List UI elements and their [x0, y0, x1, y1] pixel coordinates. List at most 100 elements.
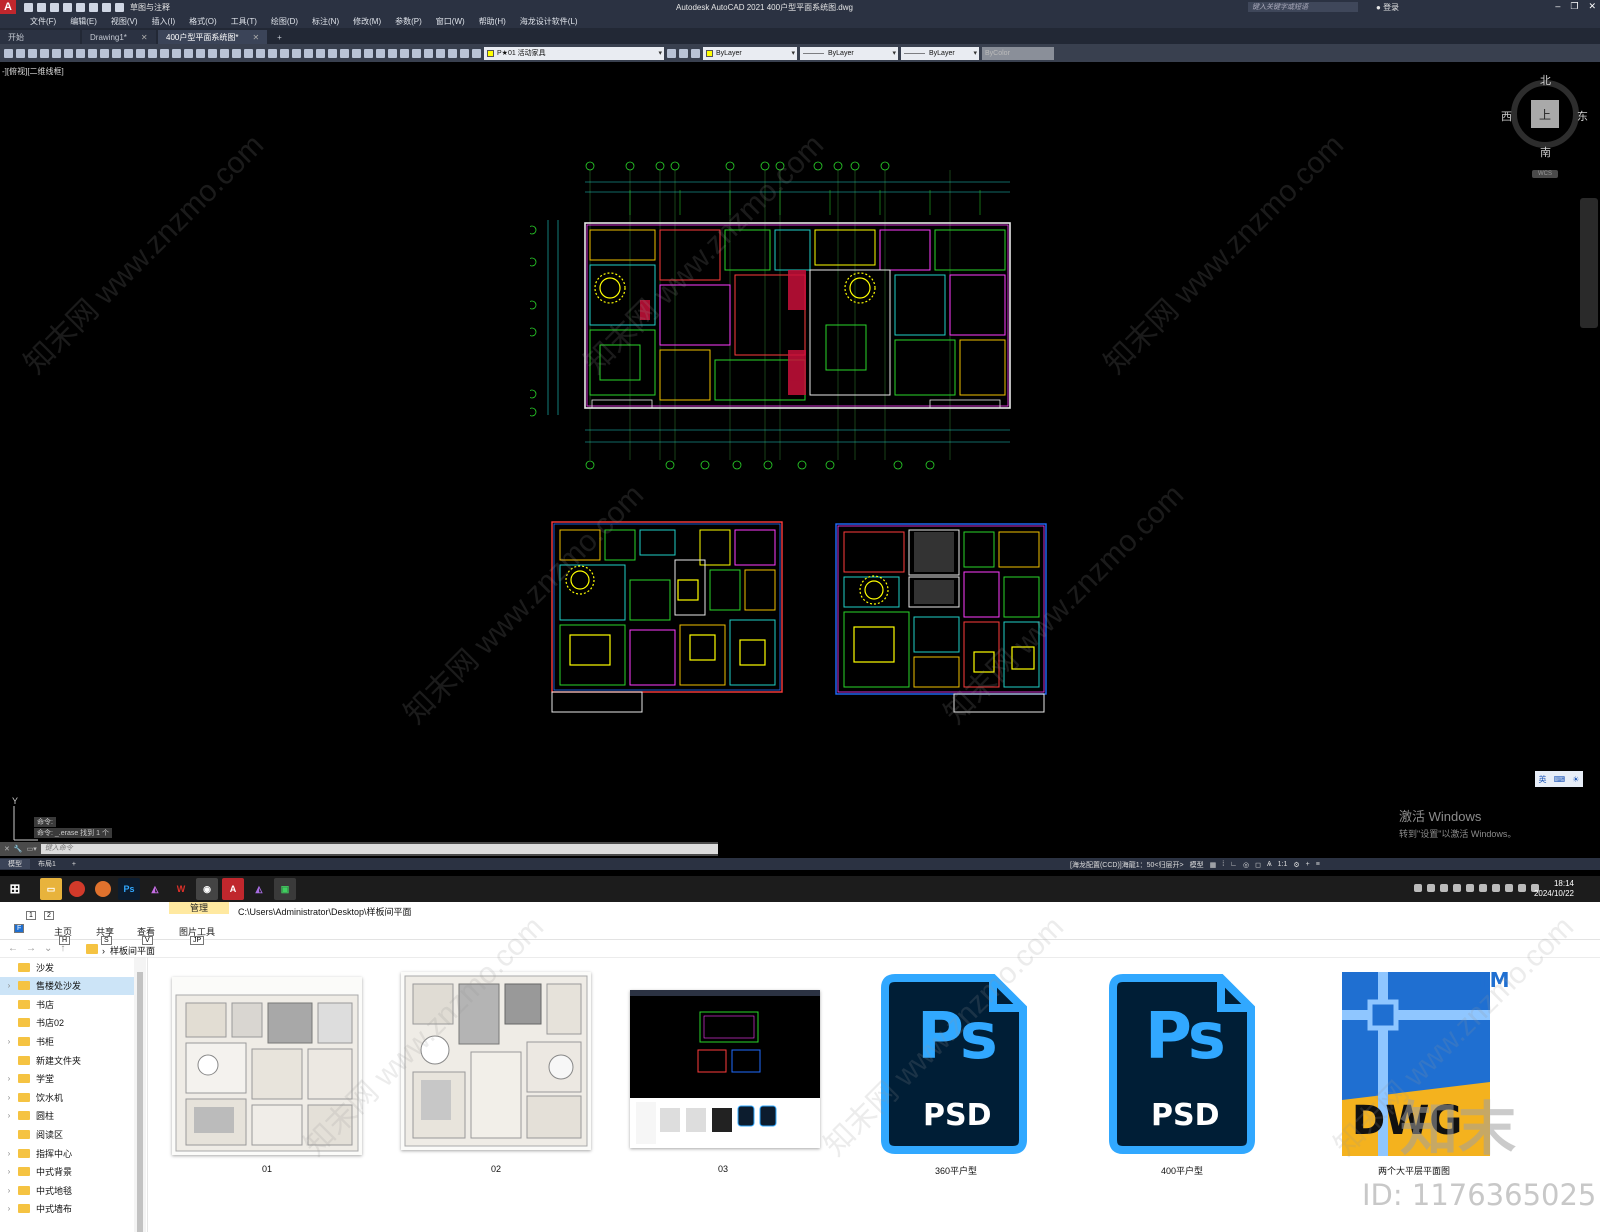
tray-icon[interactable]: [1505, 884, 1513, 892]
chevron-right-icon[interactable]: ›: [0, 1093, 18, 1102]
tool-icon[interactable]: [100, 48, 109, 58]
tool-icon[interactable]: [196, 48, 205, 58]
file-item-360[interactable]: Ps PSD 360平户型: [856, 972, 1056, 1192]
menu-item[interactable]: 帮助(H): [479, 16, 506, 27]
nav-buttons[interactable]: ←→⌄↑: [8, 943, 73, 954]
app-icon[interactable]: ▣: [274, 878, 296, 900]
model-space-button[interactable]: 模型: [1190, 860, 1204, 870]
tool-icon[interactable]: [304, 48, 313, 58]
sidebar-folder-item[interactable]: 书店02: [0, 1014, 134, 1032]
chevron-right-icon[interactable]: ›: [0, 1149, 18, 1158]
wcs-menu[interactable]: WCS: [1532, 170, 1558, 178]
file-key-tip[interactable]: F: [14, 924, 25, 933]
tool-icon[interactable]: [232, 48, 241, 58]
plus-icon[interactable]: +: [1306, 861, 1310, 868]
file-item-02[interactable]: 02: [396, 972, 596, 1192]
sidebar-folder-item[interactable]: 书店: [0, 995, 134, 1013]
close-icon[interactable]: ✕: [1588, 1, 1596, 12]
tool-icon[interactable]: [220, 48, 229, 58]
tool-icon[interactable]: [52, 48, 61, 58]
tool-icon[interactable]: [88, 48, 97, 58]
tray-icon[interactable]: [1466, 884, 1474, 892]
redo-icon[interactable]: [102, 2, 111, 12]
sidebar-scrollbar[interactable]: [134, 958, 146, 1232]
save-icon[interactable]: [50, 2, 59, 12]
close-icon[interactable]: ✕: [4, 845, 10, 853]
tray-icon[interactable]: [1479, 884, 1487, 892]
chevron-right-icon[interactable]: ›: [0, 1111, 18, 1120]
compass-north[interactable]: 北: [1540, 72, 1551, 88]
menu-item[interactable]: 窗口(W): [436, 16, 465, 27]
tray-icon[interactable]: [1414, 884, 1422, 892]
chevron-right-icon[interactable]: ›: [0, 1037, 18, 1046]
sidebar-folder-item[interactable]: › 圆柱: [0, 1107, 134, 1125]
tray-icon[interactable]: [1427, 884, 1435, 892]
annotation-scale-icon[interactable]: Ѧ: [1267, 861, 1272, 868]
floor-plan-400[interactable]: [834, 522, 1052, 718]
tool-icon[interactable]: [244, 48, 253, 58]
sidebar-folder-item[interactable]: 阅读区: [0, 1125, 134, 1143]
tray-icon[interactable]: [1440, 884, 1448, 892]
tool-icon[interactable]: [472, 48, 481, 58]
tray-icon[interactable]: [1453, 884, 1461, 892]
file-item-03[interactable]: 03: [623, 972, 823, 1192]
help-search-input[interactable]: 键入关键字或短语: [1248, 2, 1358, 12]
chevron-right-icon[interactable]: ›: [0, 1074, 18, 1083]
tool-icon[interactable]: [148, 48, 157, 58]
tray-icon[interactable]: [1492, 884, 1500, 892]
file-item-01[interactable]: 01: [167, 972, 367, 1192]
tool-icon[interactable]: [667, 48, 676, 58]
ortho-icon[interactable]: ∟: [1230, 861, 1237, 868]
annotation-scale[interactable]: 1:1: [1278, 861, 1288, 868]
file-item-400[interactable]: Ps PSD 400平户型: [1082, 972, 1282, 1192]
tool-icon[interactable]: [292, 48, 301, 58]
tool-icon[interactable]: [64, 48, 73, 58]
app-icon[interactable]: ◭: [144, 878, 166, 900]
menu-icon[interactable]: ≡: [1316, 861, 1320, 868]
tool-icon[interactable]: [388, 48, 397, 58]
app-icon[interactable]: ◭: [248, 878, 270, 900]
tool-icon[interactable]: [460, 48, 469, 58]
ime-indicator[interactable]: 英 ⌨ ☀: [1535, 771, 1583, 787]
file-explorer-icon[interactable]: ▭: [40, 878, 62, 900]
viewcube-top-face[interactable]: 上: [1531, 100, 1559, 128]
scrollbar-thumb[interactable]: [137, 972, 143, 1232]
tab-400-plan[interactable]: 400户型平面系统图* ✕: [158, 30, 268, 44]
wps-icon[interactable]: W: [170, 878, 192, 900]
tool-icon[interactable]: [424, 48, 433, 58]
chrome-icon[interactable]: ◉: [196, 878, 218, 900]
menu-item[interactable]: 编辑(E): [70, 16, 97, 27]
tool-icon[interactable]: [4, 48, 13, 58]
menu-item[interactable]: 绘图(D): [271, 16, 298, 27]
sidebar-folder-item[interactable]: › 书柜: [0, 1032, 134, 1050]
taskbar-clock[interactable]: 18:14 2024/10/22: [1534, 879, 1574, 899]
workspace-selector[interactable]: 草图与注释: [130, 2, 170, 13]
tool-icon[interactable]: [340, 48, 349, 58]
compass-west[interactable]: 西: [1501, 108, 1512, 124]
menu-item[interactable]: 工具(T): [231, 16, 257, 27]
tool-icon[interactable]: [316, 48, 325, 58]
tool-icon[interactable]: [172, 48, 181, 58]
windows-start-icon[interactable]: ⊞: [4, 878, 26, 900]
breadcrumb[interactable]: › 样板间平面: [102, 944, 155, 957]
tool-icon[interactable]: [16, 48, 25, 58]
tool-icon[interactable]: [160, 48, 169, 58]
tool-icon[interactable]: [400, 48, 409, 58]
compass-east[interactable]: 东: [1577, 108, 1588, 124]
tab-layout1[interactable]: 布局1: [30, 859, 64, 869]
sidebar-folder-item[interactable]: › 售楼处沙发: [0, 976, 134, 995]
open-icon[interactable]: [37, 2, 46, 12]
tool-icon[interactable]: [328, 48, 337, 58]
color-dropdown[interactable]: ByLayer ▾: [703, 46, 797, 60]
undo-icon[interactable]: [89, 2, 98, 12]
tool-icon[interactable]: [364, 48, 373, 58]
sidebar-folder-item[interactable]: › 指挥中心: [0, 1144, 134, 1162]
grid-icon[interactable]: ▦: [1210, 861, 1217, 869]
tool-icon[interactable]: [40, 48, 49, 58]
chevron-right-icon[interactable]: ›: [0, 1167, 18, 1176]
tool-icon[interactable]: [76, 48, 85, 58]
tool-icon[interactable]: [256, 48, 265, 58]
minimize-icon[interactable]: –: [1555, 1, 1560, 12]
compass-south[interactable]: 南: [1540, 144, 1551, 160]
tab-model[interactable]: 模型: [0, 859, 30, 869]
